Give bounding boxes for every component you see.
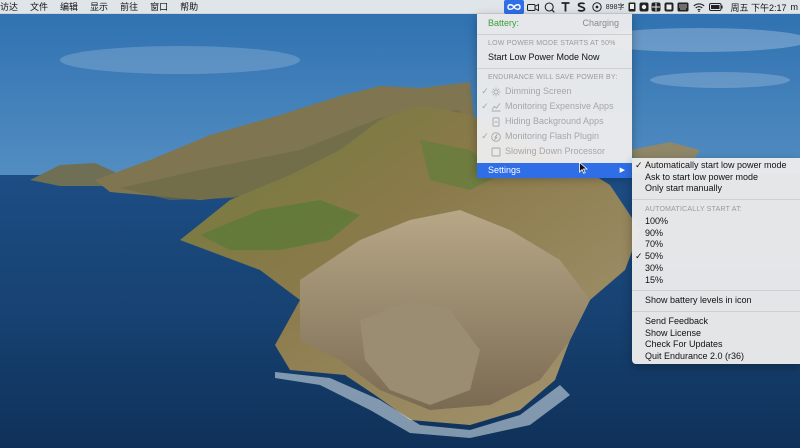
menu-separator bbox=[477, 68, 632, 69]
auto-start-header: AUTOMATICALLY START AT: bbox=[645, 206, 742, 214]
battery-label: Battery: bbox=[488, 18, 520, 28]
send-feedback-item[interactable]: Send Feedback bbox=[632, 316, 800, 328]
network-speed-text[interactable]: 898字 bbox=[604, 0, 627, 14]
menu-view[interactable]: 显示 bbox=[84, 0, 114, 14]
wifi-icon[interactable] bbox=[690, 0, 708, 14]
option-monitoring-expensive-apps[interactable]: ✓ Monitoring Expensive Apps bbox=[477, 99, 632, 114]
processor-icon bbox=[490, 146, 501, 157]
start-low-power-item[interactable]: Start Low Power Mode Now bbox=[477, 50, 632, 65]
typora-t-icon[interactable] bbox=[558, 0, 574, 14]
s-app-icon[interactable] bbox=[574, 0, 590, 14]
show-license-item[interactable]: Show License bbox=[632, 328, 800, 340]
menu-window[interactable]: 窗口 bbox=[144, 0, 174, 14]
sun-icon bbox=[490, 86, 501, 97]
menu-separator bbox=[477, 34, 632, 35]
start-mode-label: Automatically start low power mode bbox=[645, 160, 787, 170]
menu-file[interactable]: 文件 bbox=[24, 0, 54, 14]
option-label: Hiding Background Apps bbox=[505, 116, 604, 126]
start-mode-label: Only start manually bbox=[645, 183, 723, 194]
menu-go[interactable]: 前往 bbox=[114, 0, 144, 14]
disk-icon[interactable] bbox=[590, 0, 604, 14]
option-dimming-screen[interactable]: ✓ Dimming Screen bbox=[477, 84, 632, 99]
menu-bar: 访达 文件 编辑 显示 前往 窗口 帮助 898字 周五 下午2:17 m bbox=[0, 0, 800, 14]
menu-edit[interactable]: 编辑 bbox=[54, 0, 84, 14]
save-power-header: ENDURANCE WILL SAVE POWER BY: bbox=[488, 74, 618, 81]
start-mode-ask[interactable]: Ask to start low power mode bbox=[632, 172, 800, 184]
endurance-infinity-icon[interactable] bbox=[503, 0, 524, 14]
menubar-user[interactable]: m bbox=[791, 0, 800, 14]
level-50[interactable]: ✓ 50% bbox=[632, 251, 800, 263]
speech-bubble-icon[interactable] bbox=[542, 0, 558, 14]
show-battery-levels-item[interactable]: Show battery levels in icon bbox=[632, 295, 800, 307]
start-mode-manual[interactable]: Only start manually bbox=[632, 183, 800, 195]
quit-item[interactable]: Quit Endurance 2.0 (r36) bbox=[632, 351, 800, 363]
low-power-header: LOW POWER MODE STARTS AT 50% bbox=[488, 40, 616, 47]
app-icon[interactable] bbox=[638, 0, 650, 14]
option-check-mark: ✓ bbox=[481, 101, 489, 111]
option-slowing-down-processor[interactable]: Slowing Down Processor bbox=[477, 144, 632, 159]
mouse-cursor-icon bbox=[579, 162, 588, 174]
start-mode-label: Ask to start low power mode bbox=[645, 171, 759, 182]
battery-icon[interactable] bbox=[708, 0, 724, 14]
option-monitoring-flash-plugin[interactable]: ✓ Monitoring Flash Plugin bbox=[477, 129, 632, 144]
settings-submenu: ✓ Automatically start low power mode Ask… bbox=[632, 158, 800, 364]
option-label: Monitoring Expensive Apps bbox=[505, 101, 614, 111]
selected-check-icon: ✓ bbox=[635, 251, 643, 262]
menu-finder[interactable]: 访达 bbox=[0, 0, 24, 14]
battery-status-row: Battery: Charging bbox=[477, 16, 632, 31]
level-15[interactable]: 15% bbox=[632, 275, 800, 287]
menu-separator bbox=[632, 290, 800, 292]
level-label: 50% bbox=[645, 251, 664, 262]
level-70[interactable]: 70% bbox=[632, 239, 800, 251]
menu-separator bbox=[632, 310, 800, 312]
option-label: Dimming Screen bbox=[505, 86, 572, 96]
menu-help[interactable]: 帮助 bbox=[174, 0, 204, 14]
settings-label: Settings bbox=[488, 165, 521, 175]
video-camera-icon[interactable] bbox=[524, 0, 542, 14]
app-hide-icon bbox=[490, 116, 501, 127]
option-label: Slowing Down Processor bbox=[505, 146, 606, 156]
option-label: Monitoring Flash Plugin bbox=[505, 131, 600, 141]
selected-check-icon: ✓ bbox=[635, 160, 643, 170]
start-mode-automatic[interactable]: ✓ Automatically start low power mode bbox=[632, 160, 800, 172]
menubar-clock[interactable]: 周五 下午2:17 bbox=[724, 0, 790, 14]
option-hiding-background-apps[interactable]: Hiding Background Apps bbox=[477, 114, 632, 129]
battery-status: Charging bbox=[582, 18, 619, 28]
endurance-menu: Battery: Charging LOW POWER MODE STARTS … bbox=[477, 14, 632, 178]
level-30[interactable]: 30% bbox=[632, 263, 800, 275]
option-check-mark: ✓ bbox=[481, 131, 489, 141]
phone-icon[interactable] bbox=[626, 0, 638, 14]
settings-menu-item[interactable]: Settings ▶ bbox=[477, 163, 632, 178]
flash-icon bbox=[490, 131, 501, 142]
check-updates-item[interactable]: Check For Updates bbox=[632, 339, 800, 351]
graph-icon bbox=[490, 101, 501, 112]
grid-icon[interactable] bbox=[650, 0, 662, 14]
menu-separator bbox=[632, 199, 800, 201]
option-check-mark: ✓ bbox=[481, 86, 489, 96]
keyboard-icon[interactable] bbox=[676, 0, 690, 14]
submenu-arrow-icon: ▶ bbox=[619, 167, 625, 174]
level-100[interactable]: 100% bbox=[632, 216, 800, 228]
level-90[interactable]: 90% bbox=[632, 228, 800, 240]
display-icon[interactable] bbox=[662, 0, 676, 14]
